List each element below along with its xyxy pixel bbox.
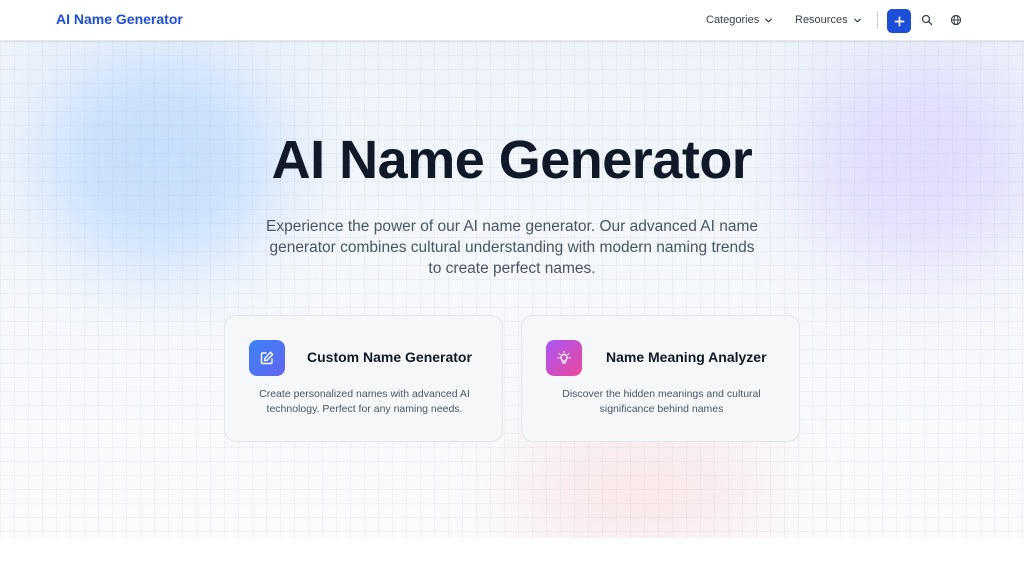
chevron-down-icon	[765, 18, 773, 22]
card-title: Name Meaning Analyzer	[606, 349, 767, 365]
nav-categories[interactable]: Categories	[706, 14, 773, 26]
site-header: AI Name Generator Categories Resources	[0, 0, 1024, 41]
lightbulb-icon	[557, 350, 571, 364]
chevron-down-icon	[853, 18, 861, 22]
name-meaning-analyzer-card[interactable]: Name Meaning Analyzer Discover the hidde…	[521, 315, 800, 442]
search-button[interactable]	[920, 13, 934, 27]
create-button[interactable]	[887, 9, 911, 33]
custom-name-generator-card[interactable]: Custom Name Generator Create personalize…	[224, 315, 503, 442]
language-button[interactable]	[949, 13, 963, 27]
nav-resources-label: Resources	[795, 14, 848, 26]
card-icon-badge	[249, 340, 285, 376]
nav-divider	[877, 11, 878, 29]
plus-icon	[894, 16, 904, 26]
nav-resources[interactable]: Resources	[795, 14, 862, 26]
decorative-blob	[510, 431, 770, 538]
hero-subtitle: Experience the power of our AI name gene…	[266, 218, 758, 277]
card-title: Custom Name Generator	[307, 349, 472, 365]
globe-icon	[950, 14, 962, 26]
nav-categories-label: Categories	[706, 14, 760, 26]
hero-title: AI Name Generator	[271, 130, 753, 190]
hero-section: AI Name Generator Experience the power o…	[0, 41, 1024, 538]
edit-icon	[260, 351, 274, 365]
card-description: Create personalized names with advanced …	[259, 388, 470, 415]
site-logo[interactable]: AI Name Generator	[56, 11, 183, 27]
search-icon	[921, 14, 933, 26]
card-description: Discover the hidden meanings and cultura…	[562, 388, 761, 415]
card-icon-badge	[546, 340, 582, 376]
